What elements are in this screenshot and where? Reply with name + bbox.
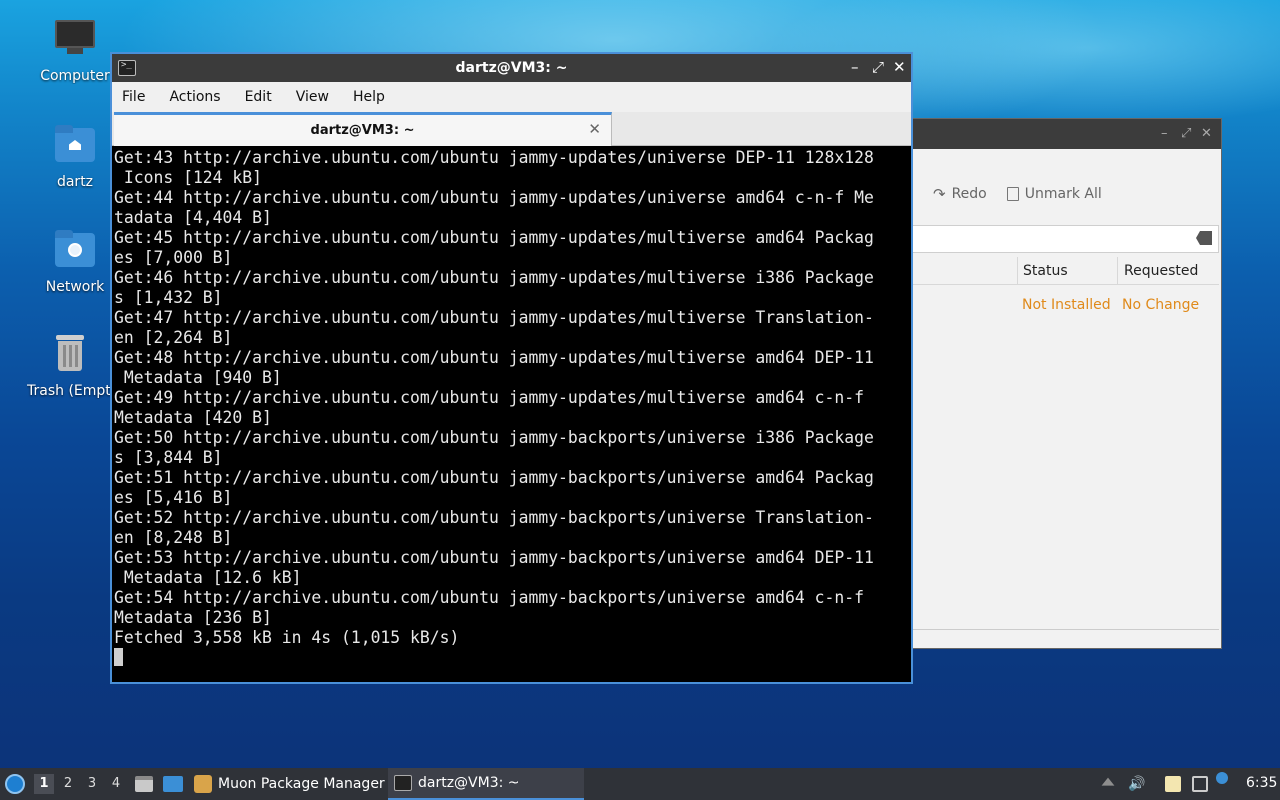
desktop-icon-trash[interactable]: Trash (Empty) xyxy=(27,333,113,399)
terminal-menubar: File Actions Edit View Help xyxy=(112,82,911,112)
unmark-all-button[interactable]: Unmark All xyxy=(1006,185,1102,203)
taskbar: 1 2 3 4 Muon Package Manager dartz@VM3: … xyxy=(0,768,1280,800)
minimize-icon[interactable]: – xyxy=(851,58,859,76)
lubuntu-logo-icon xyxy=(5,774,25,794)
update-notification-icon[interactable] xyxy=(1216,772,1228,784)
eject-icon[interactable] xyxy=(1101,777,1115,786)
workspace-3[interactable]: 3 xyxy=(82,774,102,794)
network-folder-icon xyxy=(53,229,97,273)
menu-edit[interactable]: Edit xyxy=(245,89,272,105)
terminal-window[interactable]: dartz@VM3: ~ – ⤢ ✕ File Actions Edit Vie… xyxy=(110,52,913,684)
muon-titlebar[interactable]: – ⤢ ✕ xyxy=(913,119,1221,149)
show-desktop-icon xyxy=(163,776,183,792)
menu-view[interactable]: View xyxy=(296,89,329,105)
start-menu-button[interactable] xyxy=(5,768,25,800)
task-muon[interactable]: Muon Package Manager xyxy=(188,768,391,800)
menu-file[interactable]: File xyxy=(122,89,145,105)
muon-window[interactable]: – ⤢ ✕ ↷ Redo Unmark All Status Requested… xyxy=(912,118,1222,649)
package-status-cell: Not Installed xyxy=(1022,297,1111,313)
terminal-titlebar[interactable]: dartz@VM3: ~ – ⤢ ✕ xyxy=(112,54,911,82)
terminal-screen[interactable]: Get:43 http://archive.ubuntu.com/ubuntu … xyxy=(112,148,911,682)
desktop-icon-label: Network xyxy=(45,279,105,295)
menu-actions[interactable]: Actions xyxy=(169,89,220,105)
network-icon[interactable] xyxy=(1192,776,1208,792)
clipboard-icon[interactable] xyxy=(1165,776,1181,792)
desktop-icon-network[interactable]: Network xyxy=(27,229,123,295)
redo-icon: ↷ xyxy=(933,185,946,203)
terminal-output: Get:43 http://archive.ubuntu.com/ubuntu … xyxy=(114,148,874,647)
quicklaunch-file-manager[interactable] xyxy=(135,768,153,800)
package-requested-cell: No Change xyxy=(1122,297,1200,313)
close-tab-icon[interactable]: ✕ xyxy=(588,120,601,138)
muon-app-icon xyxy=(194,775,212,793)
terminal-app-icon xyxy=(394,775,412,791)
clear-search-icon[interactable] xyxy=(1196,231,1212,245)
terminal-title: dartz@VM3: ~ xyxy=(455,60,568,76)
clock[interactable]: 6:35 xyxy=(1246,775,1277,791)
quicklaunch-show-desktop[interactable] xyxy=(163,768,183,800)
terminal-tabbar: dartz@VM3: ~ ✕ xyxy=(112,112,911,146)
desktop-icon-label: Computer xyxy=(40,68,110,84)
package-table-header: Status Requested xyxy=(913,257,1219,285)
workspace-4[interactable]: 4 xyxy=(106,774,126,794)
file-manager-icon xyxy=(135,776,153,792)
desktop-icon-home[interactable]: dartz xyxy=(27,124,123,190)
task-label: Muon Package Manager xyxy=(218,776,385,792)
muon-toolbar: ↷ Redo Unmark All xyxy=(933,185,1102,203)
maximize-icon[interactable]: ⤢ xyxy=(872,58,884,76)
column-header-status[interactable]: Status xyxy=(1023,263,1068,279)
computer-icon xyxy=(53,18,97,62)
close-icon[interactable]: ✕ xyxy=(1201,126,1212,141)
terminal-tab[interactable]: dartz@VM3: ~ ✕ xyxy=(114,112,612,146)
menu-help[interactable]: Help xyxy=(353,89,385,105)
divider xyxy=(913,629,1219,630)
desktop-icon-label: dartz xyxy=(56,174,94,190)
trash-icon xyxy=(48,333,92,377)
minimize-icon[interactable]: – xyxy=(1161,126,1168,141)
desktop-icon-label: Trash (Empty) xyxy=(27,383,113,399)
workspace-1[interactable]: 1 xyxy=(34,774,54,794)
package-search-input[interactable] xyxy=(913,225,1219,253)
desktop-icon-computer[interactable]: Computer xyxy=(27,18,123,84)
terminal-cursor xyxy=(114,648,123,666)
task-terminal[interactable]: dartz@VM3: ~ xyxy=(388,768,584,800)
close-icon[interactable]: ✕ xyxy=(893,58,906,76)
unmark-all-icon xyxy=(1006,187,1019,201)
home-folder-icon xyxy=(53,124,97,168)
workspace-2[interactable]: 2 xyxy=(58,774,78,794)
maximize-icon[interactable]: ⤢ xyxy=(1181,126,1191,141)
terminal-tab-label: dartz@VM3: ~ xyxy=(310,123,415,138)
redo-button[interactable]: ↷ Redo xyxy=(933,185,987,203)
volume-icon[interactable]: 🔊 xyxy=(1128,776,1145,792)
column-header-requested[interactable]: Requested xyxy=(1124,263,1198,279)
task-label: dartz@VM3: ~ xyxy=(418,775,520,791)
